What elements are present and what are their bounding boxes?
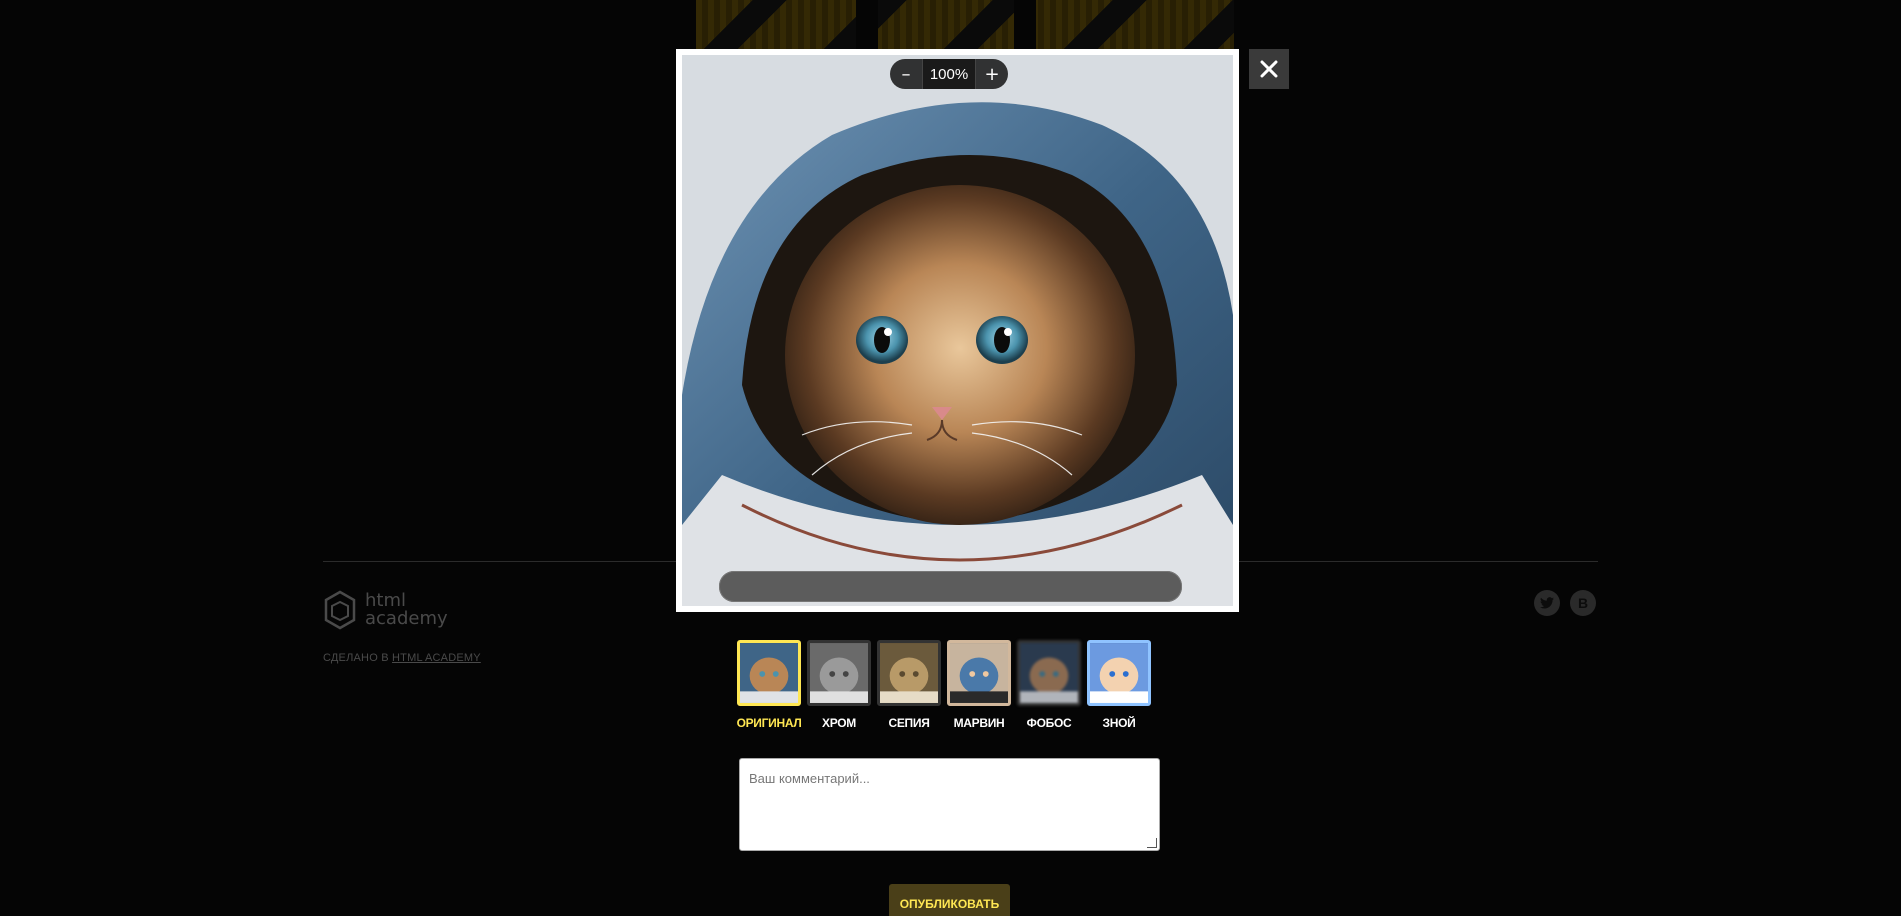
effects-list: ОРИГИНАЛ ХРОМ СЕПИЯ МАРВИН ФОБОС ЗНОЙ: [737, 640, 1151, 730]
resize-grip[interactable]: [1147, 838, 1157, 848]
effect-thumbnail[interactable]: [1017, 640, 1081, 706]
effect-thumbnail[interactable]: [877, 640, 941, 706]
close-button[interactable]: [1249, 49, 1289, 89]
image-preview: [682, 55, 1233, 606]
effect-label: ОРИГИНАЛ: [736, 716, 802, 730]
vk-icon[interactable]: В: [1570, 590, 1596, 616]
effect-phobos[interactable]: ФОБОС: [1017, 640, 1081, 730]
effect-label: МАРВИН: [953, 716, 1005, 730]
effect-label: ФОБОС: [1026, 716, 1072, 730]
effect-original[interactable]: ОРИГИНАЛ: [736, 640, 802, 730]
twitter-icon[interactable]: [1534, 590, 1560, 616]
footer-credit: СДЕЛАНО В HTML ACADEMY: [323, 652, 481, 664]
effect-heat[interactable]: ЗНОЙ: [1087, 640, 1151, 730]
scale-increase-button[interactable]: +: [976, 59, 1008, 89]
effect-label: ЗНОЙ: [1102, 716, 1136, 730]
effect-sepia[interactable]: СЕПИЯ: [877, 640, 941, 730]
credit-link[interactable]: HTML ACADEMY: [392, 652, 481, 664]
vk-icon-label: В: [1577, 595, 1589, 611]
scale-control: – +: [890, 59, 1008, 89]
effect-chrome[interactable]: ХРОМ: [807, 640, 871, 730]
comment-field[interactable]: [739, 758, 1160, 851]
academy-logo-icon: [324, 590, 356, 630]
effect-label: ХРОМ: [822, 716, 856, 730]
scale-decrease-button[interactable]: –: [890, 59, 922, 89]
publish-button[interactable]: ОПУБЛИКОВАТЬ: [889, 884, 1010, 916]
effect-label: СЕПИЯ: [888, 716, 930, 730]
effect-marvin[interactable]: МАРВИН: [947, 640, 1011, 730]
background-banner: [696, 0, 1234, 52]
scale-value-input[interactable]: [923, 65, 975, 83]
html-academy-logo: html academy: [323, 590, 455, 630]
effect-thumbnail[interactable]: [737, 640, 801, 706]
credit-prefix: СДЕЛАНО В: [323, 652, 389, 664]
effect-thumbnail[interactable]: [807, 640, 871, 706]
scale-value-box: [922, 59, 976, 89]
logo-text: html academy: [365, 590, 448, 629]
close-icon: [1260, 60, 1278, 78]
effect-thumbnail[interactable]: [1087, 640, 1151, 706]
kitten-photo: [682, 55, 1233, 606]
effect-level-slider[interactable]: [719, 571, 1182, 602]
effect-thumbnail[interactable]: [947, 640, 1011, 706]
